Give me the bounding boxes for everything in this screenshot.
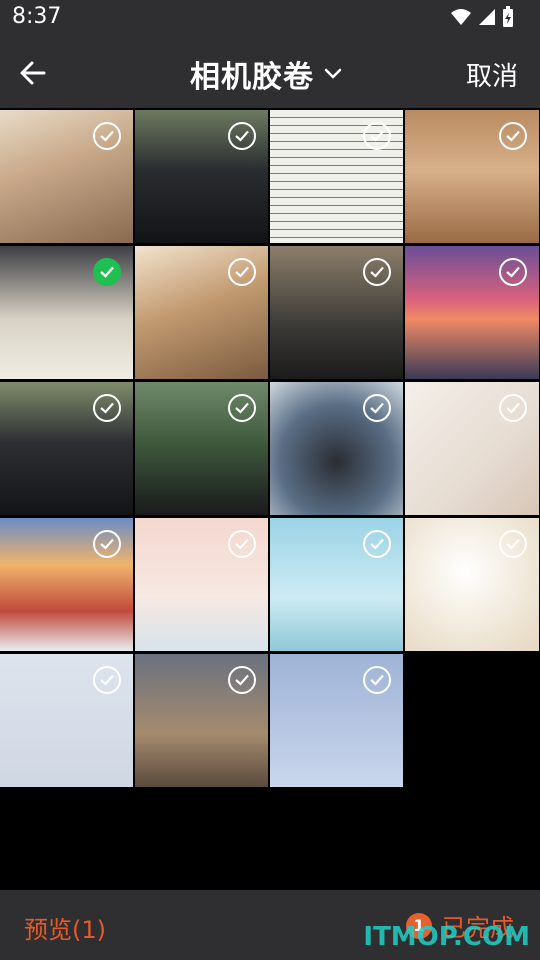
photo-tile[interactable] [270, 382, 403, 515]
photo-tile[interactable] [135, 382, 268, 515]
photo-tile[interactable] [0, 110, 133, 243]
select-check-icon[interactable] [93, 530, 121, 558]
select-check-icon[interactable] [228, 394, 256, 422]
photo-grid [0, 110, 540, 787]
preview-button[interactable]: 预览(1) [24, 910, 106, 945]
photo-tile[interactable] [270, 246, 403, 379]
photo-tile[interactable] [135, 654, 268, 787]
photo-tile[interactable] [405, 382, 539, 515]
select-check-icon[interactable] [228, 666, 256, 694]
select-check-icon[interactable] [363, 258, 391, 286]
photo-tile[interactable] [270, 518, 403, 651]
bottom-bar: 预览(1) 1 已完成 ITMOP.COM [0, 890, 540, 960]
back-arrow-icon [20, 61, 46, 85]
album-selector[interactable]: 相机胶卷 [190, 52, 342, 96]
select-check-icon[interactable] [93, 258, 121, 286]
select-check-icon[interactable] [93, 394, 121, 422]
signal-icon [478, 8, 496, 30]
select-check-icon[interactable] [363, 530, 391, 558]
battery-icon [502, 6, 514, 32]
photo-tile[interactable] [135, 246, 268, 379]
app-bar: 相机胶卷 取消 [0, 38, 540, 108]
back-button[interactable] [14, 54, 52, 92]
photo-tile[interactable] [0, 382, 133, 515]
cancel-button[interactable]: 取消 [466, 56, 518, 93]
status-bar: 8:37 [0, 0, 540, 38]
chevron-down-icon [324, 68, 342, 79]
page-title: 相机胶卷 [190, 60, 314, 95]
select-check-icon[interactable] [93, 122, 121, 150]
select-check-icon[interactable] [363, 394, 391, 422]
select-check-icon[interactable] [228, 122, 256, 150]
select-check-icon[interactable] [499, 122, 527, 150]
photo-tile[interactable] [270, 110, 403, 243]
select-check-icon[interactable] [93, 666, 121, 694]
select-check-icon[interactable] [228, 530, 256, 558]
photo-tile[interactable] [405, 246, 539, 379]
select-check-icon[interactable] [499, 258, 527, 286]
status-icons [450, 6, 514, 32]
watermark: ITMOP.COM [363, 922, 530, 952]
select-check-icon[interactable] [363, 122, 391, 150]
select-check-icon[interactable] [499, 530, 527, 558]
photo-tile[interactable] [270, 654, 403, 787]
photo-tile[interactable] [135, 110, 268, 243]
photo-tile[interactable] [0, 246, 133, 379]
status-time: 8:37 [12, 4, 62, 29]
photo-tile[interactable] [405, 518, 539, 651]
photo-tile[interactable] [0, 654, 133, 787]
select-check-icon[interactable] [363, 666, 391, 694]
select-check-icon[interactable] [228, 258, 256, 286]
photo-tile[interactable] [405, 110, 539, 243]
wifi-icon [450, 8, 472, 30]
photo-tile[interactable] [135, 518, 268, 651]
photo-tile[interactable] [0, 518, 133, 651]
select-check-icon[interactable] [499, 394, 527, 422]
